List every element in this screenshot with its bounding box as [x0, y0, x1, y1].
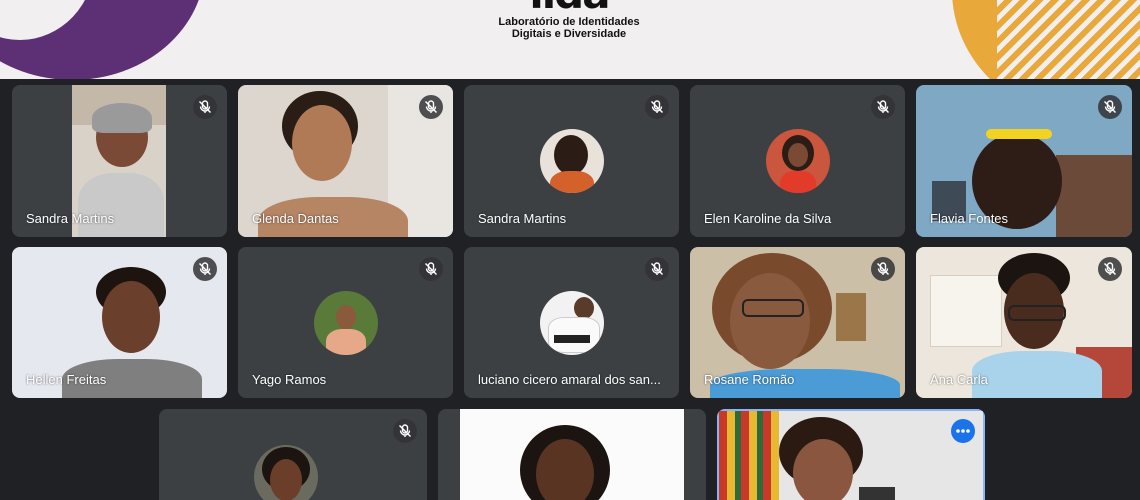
participant-avatar — [540, 129, 604, 193]
participant-tile[interactable]: Rosane Romão — [690, 247, 905, 398]
header-banner: lida Laboratório de Identidades Digitais… — [0, 0, 1140, 79]
mic-off-icon — [419, 95, 443, 119]
participant-tile-highlighted[interactable] — [717, 409, 985, 500]
mic-off-icon — [1098, 95, 1122, 119]
mic-off-icon — [1098, 257, 1122, 281]
mic-off-icon — [193, 95, 217, 119]
participant-name: Yago Ramos — [252, 372, 327, 387]
participant-tile[interactable] — [159, 409, 427, 500]
lida-logo: lida Laboratório de Identidades Digitais… — [494, 0, 644, 40]
participant-tile[interactable]: Ana Carla — [916, 247, 1132, 398]
participant-tile[interactable]: luciano cicero amaral dos san... — [464, 247, 679, 398]
logo-mark: lida — [494, 0, 644, 15]
participant-tile[interactable]: Sandra Martins — [464, 85, 679, 237]
participant-name: Sandra Martins — [26, 211, 115, 226]
participant-tile[interactable]: Flavia Fontes — [916, 85, 1132, 237]
participant-avatar — [540, 291, 604, 355]
mic-off-icon — [193, 257, 217, 281]
participant-tile[interactable] — [438, 409, 706, 500]
participant-tile[interactable]: Yago Ramos — [238, 247, 453, 398]
participant-tile[interactable]: Sandra Martins — [12, 85, 227, 237]
participant-name: luciano cicero amaral dos san... — [478, 372, 661, 387]
participant-avatar — [314, 291, 378, 355]
mic-off-icon — [645, 95, 669, 119]
participant-avatar — [766, 129, 830, 193]
participant-tile[interactable]: Hellen Freitas — [12, 247, 227, 398]
participant-name: Sandra Martins — [478, 211, 567, 226]
yellow-arc-decoration — [952, 0, 1140, 79]
more-options-icon[interactable] — [951, 419, 975, 443]
participant-name: Hellen Freitas — [26, 372, 107, 387]
participant-tile[interactable]: Glenda Dantas — [238, 85, 453, 237]
participant-tile[interactable]: Elen Karoline da Silva — [690, 85, 905, 237]
logo-line-1: Laboratório de Identidades — [498, 16, 640, 28]
participant-avatar — [254, 445, 318, 500]
striped-pattern — [997, 0, 1140, 79]
mic-off-icon — [871, 257, 895, 281]
participant-name: Flavia Fontes — [930, 211, 1009, 226]
logo-line-2: Digitais e Diversidade — [511, 28, 627, 40]
mic-off-icon — [393, 419, 417, 443]
participant-video — [460, 409, 684, 500]
mic-off-icon — [871, 95, 895, 119]
participant-name: Elen Karoline da Silva — [704, 211, 832, 226]
participant-video — [719, 411, 983, 500]
mic-off-icon — [419, 257, 443, 281]
participant-name: Ana Carla — [930, 372, 988, 387]
participant-name: Glenda Dantas — [252, 211, 339, 226]
participant-name: Rosane Romão — [704, 372, 795, 387]
mic-off-icon — [645, 257, 669, 281]
